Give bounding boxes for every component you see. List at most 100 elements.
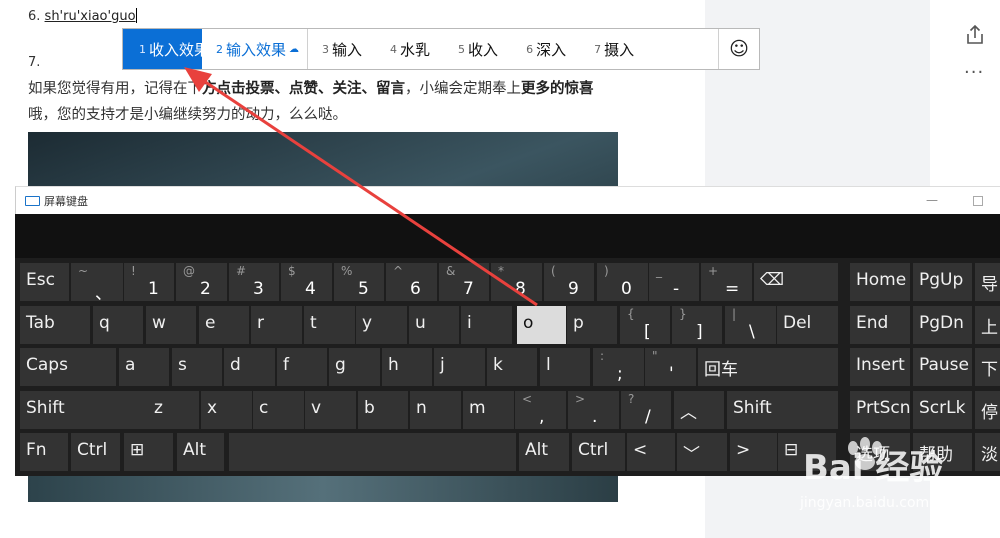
- ime-candidate-2[interactable]: 2 输入效果 ☁: [202, 29, 309, 69]
- key-l[interactable]: l: [540, 348, 590, 386]
- key-u[interactable]: u: [409, 306, 459, 344]
- key-][interactable]: }]: [672, 306, 722, 344]
- ime-candidate-7[interactable]: 7 摄入: [580, 29, 648, 69]
- key-下[interactable]: 下: [975, 348, 1000, 386]
- key-Ctrl[interactable]: Ctrl: [572, 433, 625, 471]
- key-﹀[interactable]: ﹀: [677, 433, 727, 471]
- key-p[interactable]: p: [567, 306, 617, 344]
- key-label: ScrLk: [919, 398, 966, 418]
- key-\[interactable]: | \: [725, 306, 776, 344]
- key-3[interactable]: #3: [229, 263, 279, 301]
- key-2[interactable]: @2: [176, 263, 227, 301]
- key-8[interactable]: * 8: [491, 263, 542, 301]
- key-[[interactable]: {[: [620, 306, 670, 344]
- key-t[interactable]: t: [304, 306, 355, 344]
- key-,[interactable]: <,: [515, 391, 566, 429]
- key-shift-label: {: [627, 307, 635, 321]
- key-ScrLk[interactable]: ScrLk: [913, 391, 972, 429]
- ime-candidate-1[interactable]: 1 收入效果: [123, 29, 209, 69]
- key-Shift[interactable]: Shift: [727, 391, 838, 429]
- ime-candidate-6[interactable]: 6 深入: [512, 29, 580, 69]
- key-d[interactable]: d: [224, 348, 275, 386]
- key-s[interactable]: s: [172, 348, 222, 386]
- key-9[interactable]: (9: [544, 263, 594, 301]
- key-h[interactable]: h: [382, 348, 432, 386]
- key-o-pressed[interactable]: o: [517, 306, 566, 344]
- key-g[interactable]: g: [329, 348, 380, 386]
- key-'[interactable]: " ': [645, 348, 696, 386]
- key-k[interactable]: k: [487, 348, 537, 386]
- key-Alt[interactable]: Alt: [177, 433, 224, 471]
- key-label: n: [416, 398, 427, 418]
- key-、[interactable]: ~、: [71, 263, 123, 301]
- emoji-icon[interactable]: ☺: [718, 29, 759, 69]
- share-icon[interactable]: [965, 24, 985, 46]
- key-space[interactable]: [229, 433, 516, 471]
- key-Del[interactable]: Del: [777, 306, 838, 344]
- key-j[interactable]: j: [434, 348, 485, 386]
- key-b[interactable]: b: [358, 391, 408, 429]
- windows-key-icon[interactable]: ⊞: [124, 433, 173, 471]
- key-PgDn[interactable]: PgDn: [913, 306, 972, 344]
- key-PrtScn[interactable]: PrtScn: [850, 391, 910, 429]
- key-Caps[interactable]: Caps: [20, 348, 116, 386]
- ime-candidate-4[interactable]: 4 水乳: [376, 29, 444, 69]
- key-Shift[interactable]: Shift: [20, 391, 150, 429]
- key-6[interactable]: ^ 6: [386, 263, 437, 301]
- key-1[interactable]: ! 1: [124, 263, 174, 301]
- key-淡[interactable]: 淡: [975, 433, 1000, 471]
- key-上[interactable]: 上: [975, 306, 1000, 344]
- key-Home[interactable]: Home: [850, 263, 910, 301]
- key-7[interactable]: & 7: [439, 263, 489, 301]
- key-e[interactable]: e: [199, 306, 249, 344]
- key-a[interactable]: a: [119, 348, 169, 386]
- key->[interactable]: >: [730, 433, 777, 471]
- key-Alt[interactable]: Alt: [519, 433, 569, 471]
- key-=[interactable]: + =: [701, 263, 752, 301]
- key-End[interactable]: End: [850, 306, 910, 344]
- key-导[interactable]: 导: [975, 263, 1000, 301]
- key-Insert[interactable]: Insert: [850, 348, 910, 386]
- key-0[interactable]: ) 0: [597, 263, 648, 301]
- minimize-button[interactable]: —: [926, 193, 938, 207]
- key-4[interactable]: $4: [281, 263, 332, 301]
- key-r[interactable]: r: [251, 306, 302, 344]
- key-停[interactable]: 停: [975, 391, 1000, 429]
- key-f[interactable]: f: [277, 348, 327, 386]
- key-v[interactable]: v: [305, 391, 356, 429]
- key-.[interactable]: >.: [568, 391, 619, 429]
- key-;[interactable]: :;: [593, 348, 644, 386]
- key-label: e: [205, 313, 216, 333]
- article-paragraph: 如果您觉得有用，记得在下方点击投票、点赞、关注、留言，小编会定期奉上更多的惊喜哦…: [28, 81, 594, 123]
- key-y[interactable]: y: [356, 306, 407, 344]
- key--[interactable]: _ -: [649, 263, 699, 301]
- key-m[interactable]: m: [463, 391, 514, 429]
- key-c[interactable]: c: [253, 391, 304, 429]
- key-Pause[interactable]: Pause: [913, 348, 972, 386]
- key-回车[interactable]: 回车: [698, 348, 838, 386]
- key-Fn[interactable]: Fn: [20, 433, 68, 471]
- key-PgUp[interactable]: PgUp: [913, 263, 972, 301]
- backspace-key-icon[interactable]: ⌫: [754, 263, 838, 301]
- osk-titlebar[interactable]: 屏幕键盘 —: [15, 186, 1000, 215]
- key-Tab[interactable]: Tab: [20, 306, 90, 344]
- key-label: Alt: [183, 440, 207, 460]
- key-<[interactable]: <: [627, 433, 675, 471]
- key-i[interactable]: i: [461, 306, 512, 344]
- more-icon[interactable]: ···: [964, 62, 984, 83]
- key-x[interactable]: x: [201, 391, 252, 429]
- ime-candidate-3[interactable]: 3 输入: [308, 29, 376, 69]
- key-Esc[interactable]: Esc: [20, 263, 69, 301]
- key-main-label: 2: [200, 279, 211, 299]
- key-Ctrl[interactable]: Ctrl: [71, 433, 120, 471]
- key-/[interactable]: ? /: [621, 391, 671, 429]
- key-5[interactable]: % 5: [334, 263, 384, 301]
- input-line-6[interactable]: 6. sh'ru'xiao'guo: [28, 8, 137, 24]
- key-w[interactable]: w: [146, 306, 196, 344]
- maximize-button[interactable]: [973, 196, 983, 206]
- ime-candidate-5[interactable]: 5 收入: [444, 29, 512, 69]
- key-q[interactable]: q: [93, 306, 143, 344]
- key-n[interactable]: n: [410, 391, 461, 429]
- key-z[interactable]: z: [148, 391, 199, 429]
- key-︿[interactable]: ︿: [674, 391, 724, 429]
